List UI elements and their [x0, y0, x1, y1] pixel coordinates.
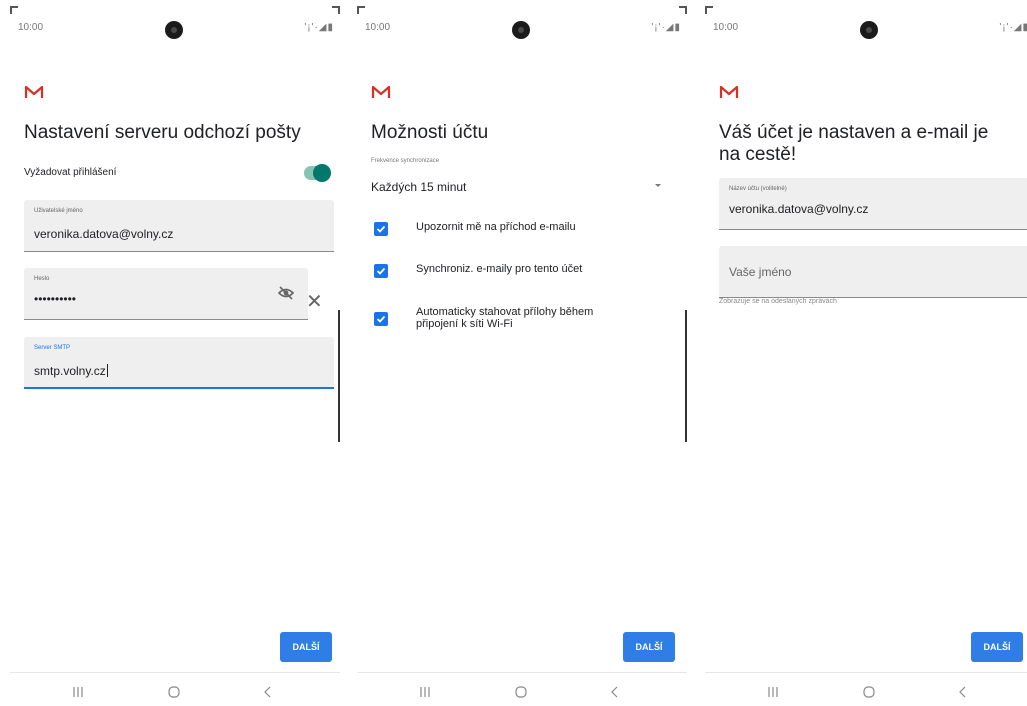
password-value: ••••••••••: [34, 292, 77, 306]
next-button[interactable]: DALŠÍ: [971, 632, 1023, 662]
status-bar: 10:00 '¡'·◢▮: [705, 21, 1027, 40]
checkbox-icon[interactable]: [374, 222, 388, 236]
your-name-field[interactable]: Vaše jméno: [719, 246, 1027, 298]
recent-apps-icon[interactable]: [70, 685, 86, 699]
checkbox-label: Synchroniz. e-maily pro tento účet: [416, 263, 583, 275]
status-icons: '¡'·◢▮: [999, 22, 1027, 33]
smtp-server-label: Server SMTP: [34, 345, 71, 351]
smtp-server-value: smtp.volny.cz: [34, 364, 108, 378]
screen-outgoing-server: 10:00 '¡'·◢▮ Nastavení serveru odchozí p…: [10, 0, 340, 706]
close-icon[interactable]: ✕: [306, 292, 323, 312]
sync-frequency-label: Frekvence synchronizace: [371, 158, 440, 164]
checkbox-icon[interactable]: [374, 312, 388, 326]
status-icons: '¡'·◢▮: [651, 22, 681, 33]
scrollbar[interactable]: [338, 310, 340, 442]
camera-cutout: [860, 21, 878, 39]
gmail-logo-icon: [24, 85, 44, 98]
username-value: veronika.datova@volny.cz: [34, 227, 174, 241]
status-bar: 10:00 '¡'·◢▮: [10, 21, 340, 40]
smtp-server-text: smtp.volny.cz: [34, 364, 106, 378]
screen-account-options: 10:00 '¡'·◢▮ Možnosti účtu Frekvence syn…: [357, 0, 687, 706]
require-login-label: Vyžadovat přihlášení: [24, 167, 117, 178]
status-bar: 10:00 '¡'·◢▮: [357, 21, 687, 40]
screen-corner: [679, 6, 687, 14]
system-nav-bar: [705, 672, 1027, 706]
recent-apps-icon[interactable]: [765, 685, 781, 699]
system-nav-bar: [357, 672, 687, 706]
checkbox-label: Upozornit mě na příchod e-mailu: [416, 221, 576, 233]
back-icon[interactable]: [955, 685, 971, 699]
sync-frequency-select[interactable]: Každých 15 minut: [371, 180, 466, 194]
home-icon[interactable]: [166, 685, 182, 699]
recent-apps-icon[interactable]: [417, 685, 433, 699]
gmail-logo-icon: [719, 85, 739, 98]
username-field[interactable]: Uživatelské jméno veronika.datova@volny.…: [24, 200, 334, 252]
camera-cutout: [165, 21, 183, 39]
screen-corner: [10, 6, 18, 14]
home-icon[interactable]: [861, 685, 877, 699]
require-login-toggle[interactable]: [304, 164, 331, 182]
your-name-placeholder: Vaše jméno: [729, 265, 792, 279]
page-title: Nastavení serveru odchozí pošty: [24, 122, 301, 143]
status-time: 10:00: [713, 22, 739, 33]
status-icons: '¡'·◢▮: [304, 22, 334, 33]
checkbox-label: Automaticky stahovat přílohy během připo…: [416, 306, 594, 330]
screen-corner: [357, 6, 365, 14]
screen-account-ready: 10:00 '¡'·◢▮ Váš účet je nastaven a e-ma…: [705, 0, 1027, 706]
visibility-off-icon[interactable]: [278, 286, 294, 300]
text-cursor: [106, 364, 108, 377]
back-icon[interactable]: [607, 685, 623, 699]
account-name-label: Název účtu (volitelné): [729, 186, 787, 192]
gmail-logo-icon: [371, 85, 391, 98]
system-nav-bar: [10, 672, 340, 706]
account-name-field[interactable]: Název účtu (volitelné) veronika.datova@v…: [719, 178, 1027, 230]
next-button[interactable]: DALŠÍ: [280, 632, 332, 662]
status-time: 10:00: [18, 22, 44, 33]
page-title: Váš účet je nastaven a e-mail je na cest…: [719, 122, 989, 165]
toggle-knob: [313, 164, 331, 182]
require-login-row: Vyžadovat přihlášení: [24, 164, 334, 184]
next-button[interactable]: DALŠÍ: [623, 632, 675, 662]
account-name-value: veronika.datova@volny.cz: [729, 202, 869, 216]
status-time: 10:00: [365, 22, 391, 33]
screen-corner: [332, 6, 340, 14]
scrollbar[interactable]: [685, 310, 687, 442]
camera-cutout: [512, 21, 530, 39]
username-label: Uživatelské jméno: [34, 208, 83, 214]
checkbox-icon[interactable]: [374, 264, 388, 278]
smtp-server-field[interactable]: Server SMTP smtp.volny.cz: [24, 337, 334, 389]
screen-corner: [705, 6, 713, 14]
back-icon[interactable]: [260, 685, 276, 699]
dropdown-arrow-icon[interactable]: [655, 184, 661, 187]
home-icon[interactable]: [513, 685, 529, 699]
password-field[interactable]: Heslo ••••••••••: [24, 268, 308, 320]
your-name-hint: Zobrazuje se na odeslaných zprávách: [719, 298, 837, 305]
password-label: Heslo: [34, 276, 50, 282]
page-title: Možnosti účtu: [371, 122, 489, 143]
